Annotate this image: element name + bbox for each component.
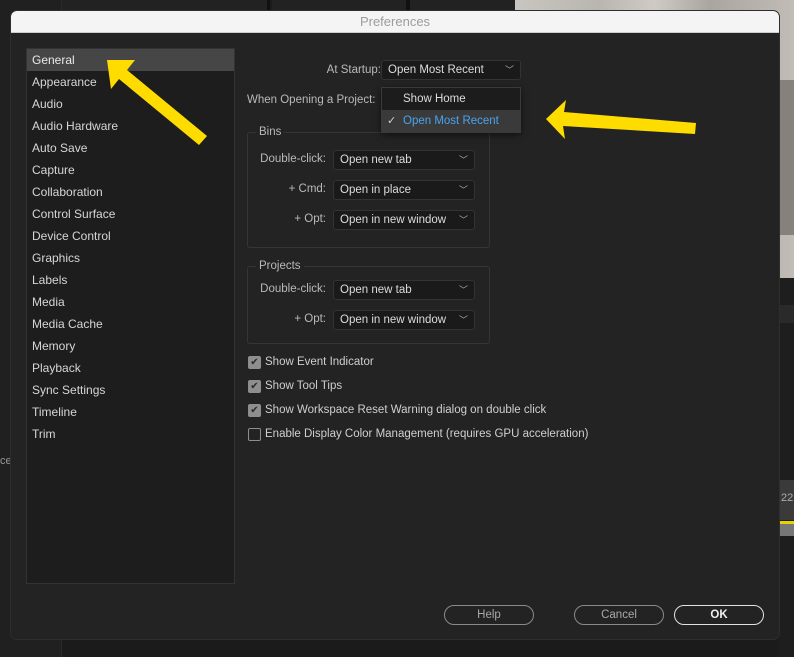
- chevron-down-icon: ﹀: [458, 185, 468, 195]
- bins-opt-label: + Opt:: [294, 213, 326, 225]
- sidebar-item-device-control[interactable]: Device Control: [27, 225, 234, 247]
- sidebar-item-audio[interactable]: Audio: [27, 93, 234, 115]
- dialog-title: Preferences: [11, 11, 779, 33]
- general-panel: At Startup: Open Most Recent ﹀ When Open…: [247, 48, 767, 588]
- sidebar-item-auto-save[interactable]: Auto Save: [27, 137, 234, 159]
- chevron-down-icon: ﹀: [458, 285, 468, 295]
- sidebar-item-memory[interactable]: Memory: [27, 335, 234, 357]
- help-button[interactable]: Help: [444, 605, 534, 625]
- sidebar-item-labels[interactable]: Labels: [27, 269, 234, 291]
- cancel-button[interactable]: Cancel: [574, 605, 664, 625]
- startup-dropdown-menu: Show Home ✓ Open Most Recent: [381, 87, 521, 133]
- sidebar-item-trim[interactable]: Trim: [27, 423, 234, 445]
- projects-double-click-label: Double-click:: [260, 283, 326, 295]
- projects-double-click-dropdown[interactable]: Open new tab ﹀: [333, 280, 475, 300]
- sidebar-item-capture[interactable]: Capture: [27, 159, 234, 181]
- sidebar-item-media[interactable]: Media: [27, 291, 234, 313]
- bins-cmd-dropdown[interactable]: Open in place ﹀: [333, 180, 475, 200]
- sidebar-item-sync-settings[interactable]: Sync Settings: [27, 379, 234, 401]
- projects-opt-dropdown[interactable]: Open in new window ﹀: [333, 310, 475, 330]
- menu-item-show-home[interactable]: Show Home: [382, 88, 520, 110]
- bins-cmd-label: + Cmd:: [288, 183, 326, 195]
- sidebar-item-graphics[interactable]: Graphics: [27, 247, 234, 269]
- projects-group-title: Projects: [256, 259, 304, 273]
- at-startup-dropdown[interactable]: Open Most Recent ﹀: [381, 60, 521, 80]
- checkbox-checked-icon: ✔: [248, 379, 261, 393]
- bins-opt-dropdown[interactable]: Open in new window ﹀: [333, 210, 475, 230]
- sidebar-item-appearance[interactable]: Appearance: [27, 71, 234, 93]
- bins-group: Bins Double-click: Open new tab ﹀ + Cmd:…: [247, 125, 490, 248]
- sidebar-item-control-surface[interactable]: Control Surface: [27, 203, 234, 225]
- checkbox-checked-icon: ✔: [248, 403, 261, 417]
- sidebar-item-playback[interactable]: Playback: [27, 357, 234, 379]
- bins-double-click-dropdown[interactable]: Open new tab ﹀: [333, 150, 475, 170]
- background-timeline-panel: [778, 278, 794, 657]
- chevron-down-icon: ﹀: [504, 65, 514, 75]
- sidebar-item-media-cache[interactable]: Media Cache: [27, 313, 234, 335]
- chevron-down-icon: ﹀: [458, 215, 468, 225]
- ok-button[interactable]: OK: [674, 605, 764, 625]
- sidebar-item-timeline[interactable]: Timeline: [27, 401, 234, 423]
- menu-item-open-most-recent[interactable]: ✓ Open Most Recent: [382, 110, 520, 132]
- chevron-down-icon: ﹀: [458, 155, 468, 165]
- at-startup-value: Open Most Recent: [388, 64, 484, 76]
- chevron-down-icon: ﹀: [458, 315, 468, 325]
- checkbox-show-event-indicator[interactable]: ✔ Show Event Indicator: [248, 354, 374, 370]
- sidebar-item-audio-hardware[interactable]: Audio Hardware: [27, 115, 234, 137]
- sidebar-item-collaboration[interactable]: Collaboration: [27, 181, 234, 203]
- bins-group-title: Bins: [256, 125, 285, 139]
- projects-group: Projects Double-click: Open new tab ﹀ + …: [247, 259, 490, 344]
- background-label: ce: [0, 455, 12, 467]
- checkbox-unchecked-icon: [248, 427, 261, 441]
- preferences-dialog: Preferences General Appearance Audio Audio …: [11, 11, 779, 639]
- checkbox-workspace-reset-warning[interactable]: ✔ Show Workspace Reset Warning dialog on…: [248, 402, 546, 418]
- bins-double-click-label: Double-click:: [260, 153, 326, 165]
- checkbox-display-color-management[interactable]: Enable Display Color Management (require…: [248, 426, 588, 442]
- checkbox-show-tool-tips[interactable]: ✔ Show Tool Tips: [248, 378, 342, 394]
- background-track: [778, 524, 794, 536]
- background-ruler: [778, 305, 794, 323]
- preferences-sidebar: General Appearance Audio Audio Hardware Auto…: [26, 48, 235, 584]
- when-opening-label: When Opening a Project:: [247, 94, 376, 106]
- checkbox-checked-icon: ✔: [248, 355, 261, 369]
- background-video-shadow: [778, 80, 794, 235]
- at-startup-label: At Startup:: [326, 64, 381, 76]
- background-timecode: :22: [778, 480, 794, 520]
- sidebar-item-general[interactable]: General: [27, 49, 234, 71]
- checkmark-icon: ✓: [387, 115, 397, 127]
- projects-opt-label: + Opt:: [294, 313, 326, 325]
